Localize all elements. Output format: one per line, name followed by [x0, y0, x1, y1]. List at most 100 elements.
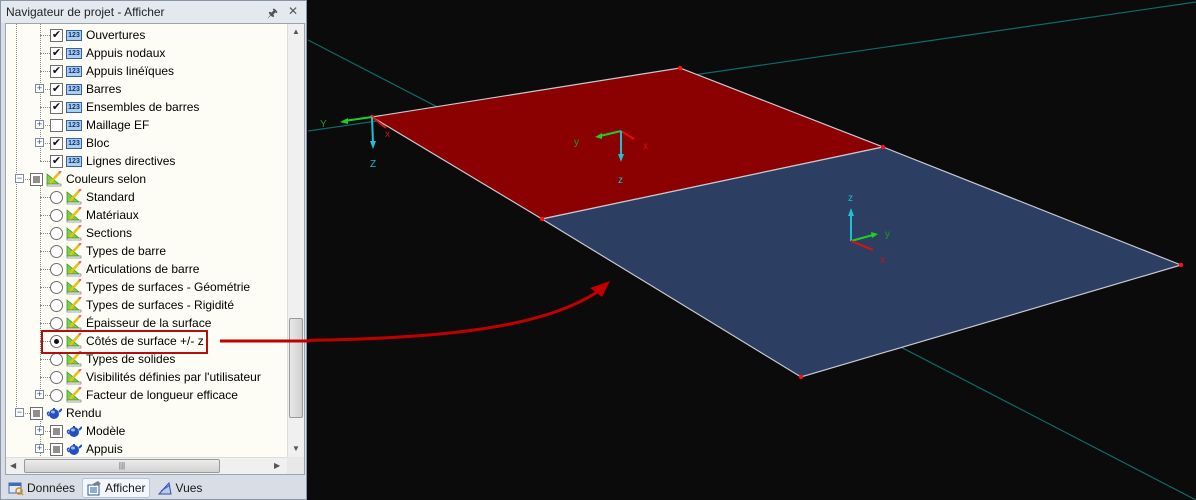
tree-item[interactable]: Côtés de surface +/- z	[50, 332, 204, 350]
local-axis-y-label: y	[574, 137, 579, 148]
radio-button[interactable]	[50, 280, 63, 294]
radio-button[interactable]	[50, 244, 63, 258]
navigator-tree: ✔ 123 Ouvertures ✔ 123 Appuis nodaux ✔ 123 Appui…	[6, 24, 287, 458]
tree-item[interactable]: ✔ 123 Ensembles de barres	[50, 98, 199, 116]
scroll-right-icon[interactable]: ▶	[274, 461, 280, 470]
color-ruler-icon	[66, 350, 82, 367]
radio-button[interactable]	[50, 226, 63, 240]
tree-item[interactable]: Types de solides	[50, 350, 175, 368]
node[interactable]	[677, 65, 683, 71]
close-icon[interactable]: ✕	[288, 4, 298, 25]
scroll-up-icon[interactable]: ▲	[292, 27, 300, 36]
local-axis-y-label-blue: y	[885, 229, 890, 240]
navigator-tree-container: ✔ 123 Ouvertures ✔ 123 Appuis nodaux ✔ 123 Appui…	[5, 23, 305, 475]
tree-connector	[40, 197, 50, 198]
radio-button[interactable]	[50, 334, 63, 348]
tree-item-label: Lignes directives	[86, 154, 176, 168]
expand-icon[interactable]: +	[35, 120, 44, 129]
tree-connector	[40, 107, 50, 108]
tree-item[interactable]: Types de barre	[50, 242, 166, 260]
tree-item[interactable]: ✔ 123 Bloc	[50, 134, 109, 152]
checkbox[interactable]: ✔	[50, 82, 63, 96]
checkbox[interactable]: ✔	[50, 64, 63, 78]
vertical-scroll-thumb[interactable]	[289, 318, 303, 418]
collapse-icon[interactable]: −	[15, 174, 24, 183]
radio-button[interactable]	[50, 316, 63, 330]
checkbox-partial[interactable]	[30, 172, 43, 186]
expand-icon[interactable]: +	[35, 444, 44, 453]
radio-button[interactable]	[50, 298, 63, 312]
expand-icon[interactable]: +	[35, 138, 44, 147]
tab-vues[interactable]: Vues	[154, 478, 206, 498]
node[interactable]	[880, 144, 886, 150]
tree-item[interactable]: ✔ 123 Barres	[50, 80, 121, 98]
radio-button[interactable]	[50, 388, 63, 402]
global-axis-z-label: Z	[370, 159, 376, 170]
tree-item[interactable]: Appuis	[50, 440, 123, 458]
radio-button[interactable]	[50, 262, 63, 276]
radio-button[interactable]	[50, 190, 63, 204]
horizontal-scroll-thumb[interactable]: |||	[24, 459, 220, 473]
tree-item[interactable]: Sections	[50, 224, 132, 242]
checkbox[interactable]	[50, 118, 63, 132]
pin-icon[interactable]: 🖈︎	[267, 4, 278, 25]
checkbox[interactable]: ✔	[50, 154, 63, 168]
node[interactable]	[798, 374, 804, 380]
tree-connector	[40, 323, 50, 324]
checkbox-partial[interactable]	[30, 406, 43, 420]
tree-item-label: Ouvertures	[86, 28, 146, 42]
tree-item[interactable]: Matériaux	[50, 206, 139, 224]
tree-item[interactable]: Épaisseur de la surface	[50, 314, 211, 332]
tree-item[interactable]: Articulations de barre	[50, 260, 199, 278]
expand-icon[interactable]: +	[35, 390, 44, 399]
checkbox[interactable]: ✔	[50, 100, 63, 114]
tree-item[interactable]: 123 Maillage EF	[50, 116, 149, 134]
node[interactable]	[1178, 262, 1184, 268]
panel-title-bar: Navigateur de projet - Afficher 🖈︎ ✕	[1, 1, 306, 23]
teapot-icon	[66, 442, 83, 456]
radio-button[interactable]	[50, 208, 63, 222]
tree-item[interactable]: Modèle	[50, 422, 125, 440]
color-ruler-icon	[66, 224, 82, 241]
tree-item[interactable]: Facteur de longueur efficace	[50, 386, 238, 404]
local-axis-z-label-blue: z	[848, 193, 853, 204]
tree-item[interactable]: ✔ 123 Appuis nodaux	[50, 44, 165, 62]
checkbox[interactable]: ✔	[50, 28, 63, 42]
expand-icon[interactable]: +	[35, 84, 44, 93]
tree-item-label: Côtés de surface +/- z	[86, 334, 204, 348]
numbering-icon: 123	[66, 47, 82, 59]
tree-item[interactable]: Rendu	[30, 404, 101, 422]
color-ruler-icon	[66, 368, 82, 385]
tree-item[interactable]: Visibilités définies par l'utilisateur	[50, 368, 261, 386]
tree-item[interactable]: Types de surfaces - Rigidité	[50, 296, 234, 314]
tree-item[interactable]: Types de surfaces - Géométrie	[50, 278, 250, 296]
tree-item[interactable]: ✔ 123 Appuis linéïques	[50, 62, 174, 80]
checkbox[interactable]: ✔	[50, 46, 63, 60]
tree-item[interactable]: ✔ 123 Ouvertures	[50, 26, 145, 44]
node[interactable]	[539, 216, 545, 222]
checkbox-partial[interactable]	[50, 442, 63, 456]
tree-item[interactable]: ✔ 123 Lignes directives	[50, 152, 175, 170]
horizontal-scrollbar[interactable]: ◀ ||| ▶	[6, 457, 287, 474]
tree-item-label: Ensembles de barres	[86, 100, 200, 114]
checkbox-partial[interactable]	[50, 424, 63, 438]
tree-item-label: Types de surfaces - Rigidité	[86, 298, 235, 312]
scroll-left-icon[interactable]: ◀	[10, 461, 16, 470]
radio-button[interactable]	[50, 370, 63, 384]
tab-afficher[interactable]: Afficher	[82, 478, 150, 498]
expand-icon[interactable]: +	[35, 426, 44, 435]
tree-item-label: Types de barre	[86, 244, 167, 258]
vertical-scrollbar[interactable]: ▲ ▼	[287, 24, 304, 458]
tree-connector	[40, 359, 50, 360]
checkbox[interactable]: ✔	[50, 136, 63, 150]
tree-connector	[40, 377, 50, 378]
tree-item[interactable]: Couleurs selon	[30, 170, 146, 188]
tree-item[interactable]: Standard	[50, 188, 135, 206]
numbering-icon: 123	[66, 137, 82, 149]
collapse-icon[interactable]: −	[15, 408, 24, 417]
3d-viewport[interactable]: Y x Z y x z z y x	[308, 0, 1196, 500]
tab-donnees[interactable]: Données	[5, 478, 78, 498]
numbering-icon: 123	[66, 155, 82, 167]
radio-button[interactable]	[50, 352, 63, 366]
scroll-down-icon[interactable]: ▼	[292, 444, 300, 453]
